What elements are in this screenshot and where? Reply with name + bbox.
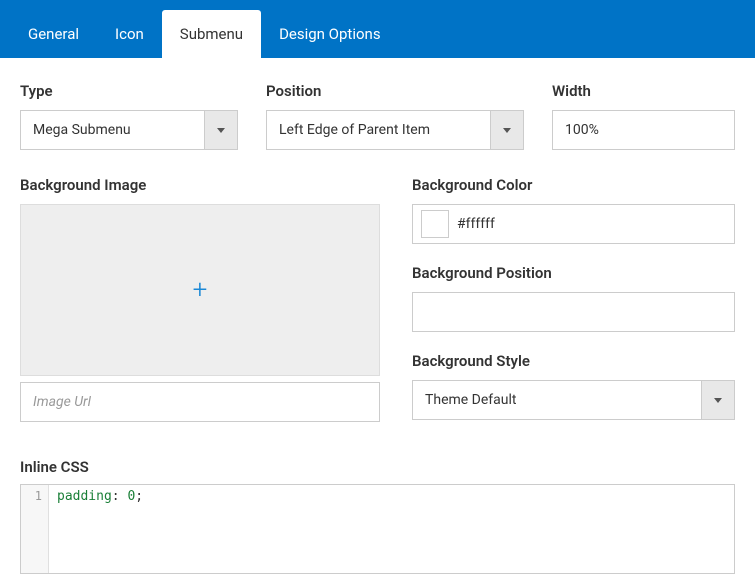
col-bg-right: Background Color #ffffff Background Posi… bbox=[412, 176, 735, 422]
input-bg-position[interactable] bbox=[412, 292, 735, 332]
field-position: Position Left Edge of Parent Item bbox=[266, 82, 524, 150]
select-position-value: Left Edge of Parent Item bbox=[266, 110, 490, 150]
label-width: Width bbox=[552, 82, 735, 100]
tabs-bar: General Icon Submenu Design Options bbox=[0, 0, 755, 58]
bg-image-dropzone[interactable]: + bbox=[20, 204, 380, 376]
chevron-down-icon bbox=[503, 128, 511, 133]
field-bg-position: Background Position bbox=[412, 264, 735, 332]
row-top: Type Mega Submenu Position Left Edge of … bbox=[20, 82, 735, 150]
label-type: Type bbox=[20, 82, 238, 100]
label-inline-css: Inline CSS bbox=[0, 458, 755, 476]
input-bg-color[interactable]: #ffffff bbox=[412, 204, 735, 244]
code-body[interactable]: padding: 0; bbox=[49, 485, 734, 573]
select-type-value: Mega Submenu bbox=[20, 110, 204, 150]
col-bg-image: Background Image + Image Url bbox=[20, 176, 380, 422]
plus-icon: + bbox=[193, 277, 208, 303]
select-bg-style[interactable]: Theme Default bbox=[412, 380, 735, 420]
code-gutter: 1 bbox=[21, 485, 49, 573]
label-position: Position bbox=[266, 82, 524, 100]
select-bg-style-toggle[interactable] bbox=[701, 380, 735, 420]
field-type: Type Mega Submenu bbox=[20, 82, 238, 150]
row-middle: Background Image + Image Url Background … bbox=[20, 176, 735, 422]
tab-submenu[interactable]: Submenu bbox=[162, 10, 261, 58]
select-position-toggle[interactable] bbox=[490, 110, 524, 150]
input-width[interactable]: 100% bbox=[552, 110, 735, 150]
bg-color-value: #ffffff bbox=[457, 216, 495, 232]
chevron-down-icon bbox=[217, 128, 225, 133]
tab-design-options[interactable]: Design Options bbox=[261, 10, 399, 58]
field-bg-style: Background Style Theme Default bbox=[412, 352, 735, 420]
select-type-toggle[interactable] bbox=[204, 110, 238, 150]
label-bg-position: Background Position bbox=[412, 264, 735, 282]
label-bg-image: Background Image bbox=[20, 176, 380, 194]
field-bg-color: Background Color #ffffff bbox=[412, 176, 735, 244]
color-swatch[interactable] bbox=[421, 210, 449, 238]
tab-icon[interactable]: Icon bbox=[97, 10, 162, 58]
label-bg-style: Background Style bbox=[412, 352, 735, 370]
input-image-url[interactable]: Image Url bbox=[20, 382, 380, 422]
chevron-down-icon bbox=[714, 398, 722, 403]
select-bg-style-value: Theme Default bbox=[412, 380, 701, 420]
tab-general[interactable]: General bbox=[10, 10, 97, 58]
select-position[interactable]: Left Edge of Parent Item bbox=[266, 110, 524, 150]
inline-css-editor[interactable]: 1 padding: 0; bbox=[20, 484, 735, 574]
css-colon: : bbox=[112, 489, 128, 504]
label-bg-color: Background Color bbox=[412, 176, 735, 194]
css-semicolon: ; bbox=[135, 489, 143, 504]
select-type[interactable]: Mega Submenu bbox=[20, 110, 238, 150]
form-area: Type Mega Submenu Position Left Edge of … bbox=[0, 58, 755, 458]
css-prop: padding bbox=[57, 489, 112, 504]
field-width: Width 100% bbox=[552, 82, 735, 150]
